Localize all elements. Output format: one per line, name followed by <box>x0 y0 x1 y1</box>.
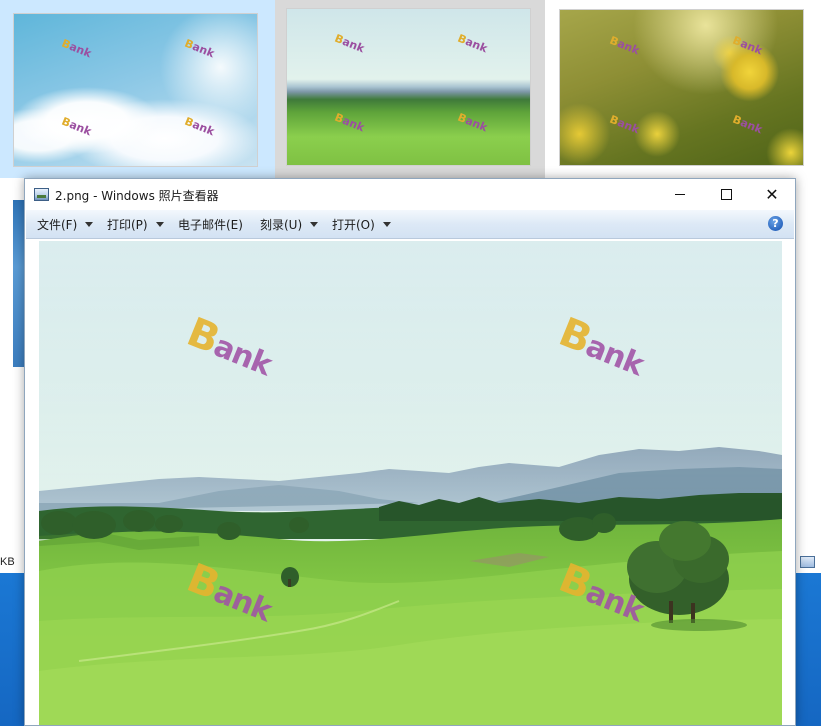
mini-watermark: Bank <box>182 114 217 139</box>
thumbnail-cell-1[interactable]: Bank Bank Bank Bank <box>0 0 275 178</box>
mini-watermark: Bank <box>607 112 642 137</box>
mini-watermark: Bank <box>182 36 217 61</box>
maximize-icon <box>720 189 732 200</box>
menu-file-label: 文件(F) <box>37 218 78 232</box>
menu-print-label: 打印(P) <box>107 218 148 232</box>
minimize-button[interactable] <box>657 179 703 210</box>
title-bar[interactable]: 2.png - Windows 照片查看器 ✕ <box>25 179 795 210</box>
maximize-button[interactable] <box>703 179 749 210</box>
mini-watermark: Bank <box>455 31 490 56</box>
chevron-down-icon <box>310 222 319 227</box>
thumbnail-image-flowers: Bank Bank Bank Bank <box>559 9 804 166</box>
window-title: 2.png - Windows 照片查看器 <box>55 189 219 203</box>
menu-burn[interactable]: 刻录(U) <box>260 216 319 233</box>
menu-file[interactable]: 文件(F) <box>37 216 94 233</box>
mini-watermark: Bank <box>730 112 765 137</box>
chevron-down-icon <box>382 222 391 227</box>
photo-viewer-icon <box>34 188 49 201</box>
chevron-down-icon <box>155 222 164 227</box>
help-icon[interactable]: ? <box>768 216 783 231</box>
thumbnail-cell-3[interactable]: Bank Bank Bank Bank <box>545 0 821 178</box>
viewport-edge <box>783 239 794 725</box>
file-size-fragment: KB <box>0 556 15 568</box>
close-button[interactable]: ✕ <box>749 179 795 210</box>
menu-email-label: 电子邮件(E) <box>178 218 243 232</box>
mini-watermark: Bank <box>455 110 490 135</box>
menu-open[interactable]: 打开(O) <box>332 216 391 233</box>
thumbnail-image-field: Bank Bank Bank Bank <box>286 8 531 166</box>
desktop-background <box>795 573 821 726</box>
menu-bar: 文件(F) 打印(P) 电子邮件(E) 刻录(U) 打开(O) ? <box>26 210 794 239</box>
mini-watermark: Bank <box>59 114 94 139</box>
desktop-background <box>0 573 26 726</box>
menu-open-label: 打开(O) <box>332 218 375 232</box>
mini-watermark: Bank <box>730 33 765 58</box>
menu-print[interactable]: 打印(P) <box>107 216 164 233</box>
mini-watermark: Bank <box>332 31 367 56</box>
menu-email[interactable]: 电子邮件(E) <box>178 216 243 233</box>
close-icon: ✕ <box>765 184 779 204</box>
chevron-down-icon <box>85 222 94 227</box>
mini-watermark: Bank <box>332 110 367 135</box>
photo-viewer-window: 2.png - Windows 照片查看器 ✕ 文件(F) 打印(P) 电子邮件… <box>24 178 796 726</box>
menu-burn-label: 刻录(U) <box>260 218 303 232</box>
mini-watermark: Bank <box>59 36 94 61</box>
image-file-icon <box>800 556 815 568</box>
displayed-photo <box>39 241 782 725</box>
mini-watermark: Bank <box>607 33 642 58</box>
minimize-icon <box>675 194 685 195</box>
thumbnail-cell-2[interactable]: Bank Bank Bank Bank <box>275 0 545 178</box>
image-viewport[interactable]: Bank Bank Bank Bank <box>26 239 794 725</box>
thumbnail-image-sky: Bank Bank Bank Bank <box>13 13 258 167</box>
